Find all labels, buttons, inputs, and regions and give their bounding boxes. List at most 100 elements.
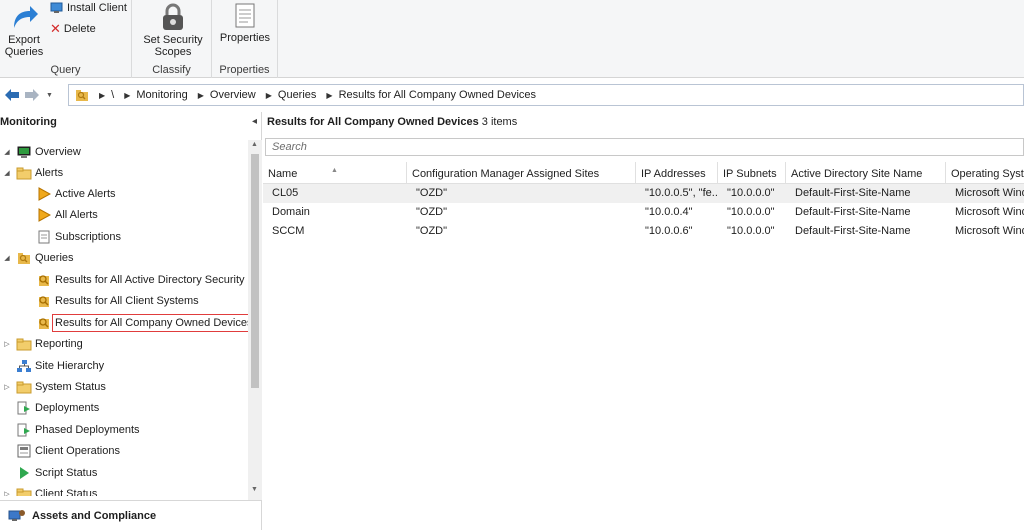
breadcrumb-separator-icon: ▶ — [326, 90, 333, 100]
cell-operating-system: Microsoft Wind — [955, 187, 1024, 199]
table-row[interactable]: Domain "OZD" "10.0.0.4" "10.0.0.0" Defau… — [263, 203, 1024, 222]
scrollbar-thumb[interactable] — [251, 154, 259, 388]
sort-ascending-icon: ▲ — [331, 167, 338, 174]
collapsed-icon[interactable]: ▷ — [2, 490, 12, 496]
column-header-ip-subnets[interactable]: IP Subnets — [718, 162, 786, 184]
navigation-tree: ◢ Overview ◢ Alerts Active Alerts All Al… — [0, 140, 248, 496]
navigation-scrollbar[interactable]: ▲ ▼ — [248, 140, 262, 500]
subscription-document-icon — [36, 229, 52, 245]
results-count: 3 items — [481, 116, 518, 128]
tree-item-all-alerts[interactable]: All Alerts — [36, 205, 98, 225]
breadcrumb-monitoring[interactable]: Monitoring — [136, 89, 187, 101]
tree-item-system-status[interactable]: ▷ System Status — [2, 377, 106, 397]
cell-assigned-sites: "OZD" — [416, 206, 448, 218]
monitor-icon — [16, 144, 32, 160]
table-row[interactable]: CL05 "OZD" "10.0.0.5", "fe... "10.0.0.0"… — [263, 184, 1024, 203]
tree-item-client-operations[interactable]: Client Operations — [16, 441, 120, 461]
tree-item-subscriptions[interactable]: Subscriptions — [36, 227, 121, 247]
column-header-ad-site-name[interactable]: Active Directory Site Name — [786, 162, 946, 184]
deployment-icon — [16, 400, 32, 416]
column-header-name[interactable]: ▲ Name — [263, 162, 407, 184]
assets-compliance-icon — [8, 509, 25, 521]
column-header-ip-addresses[interactable]: IP Addresses — [636, 162, 718, 184]
install-client-button[interactable]: Install Client — [50, 2, 127, 14]
tree-item-script-status[interactable]: Script Status — [16, 463, 97, 483]
scroll-up-icon[interactable]: ▲ — [251, 141, 258, 148]
ribbon-group-query: Export Queries Install Client ✕ Delete Q… — [0, 0, 132, 78]
breadcrumb-current[interactable]: Results for All Company Owned Devices — [339, 89, 536, 101]
scroll-down-icon[interactable]: ▼ — [251, 486, 258, 493]
ribbon-group-label-properties: Properties — [219, 64, 270, 76]
query-icon — [36, 293, 52, 309]
search-placeholder: Search — [272, 141, 307, 153]
search-input[interactable]: Search — [265, 138, 1024, 156]
folder-icon — [16, 486, 32, 496]
query-folder-icon — [16, 250, 32, 266]
history-dropdown-icon[interactable]: ▼ — [46, 92, 53, 99]
forward-arrow-icon — [25, 89, 39, 101]
cell-ad-site-name: Default-First-Site-Name — [795, 225, 911, 237]
address-bar: ▼ ▶ \ ▶ Monitoring ▶ Overview ▶ Queries … — [0, 84, 1024, 106]
tree-item-reporting[interactable]: ▷ Reporting — [2, 334, 83, 354]
breadcrumb-queries[interactable]: Queries — [278, 89, 317, 101]
tree-item-results-company-owned-devices[interactable]: Results for All Company Owned Devices — [36, 313, 248, 333]
breadcrumb: ▶ \ ▶ Monitoring ▶ Overview ▶ Queries ▶ … — [68, 84, 1024, 106]
tree-item-active-alerts[interactable]: Active Alerts — [36, 184, 116, 204]
forward-button[interactable] — [22, 85, 42, 105]
export-arrow-icon — [14, 6, 38, 28]
cell-ip-addresses: "10.0.0.6" — [645, 225, 693, 237]
collapsed-icon[interactable]: ▷ — [2, 383, 12, 391]
folder-icon — [16, 379, 32, 395]
cell-ip-addresses: "10.0.0.4" — [645, 206, 693, 218]
ribbon-group-label-query: Query — [50, 64, 81, 76]
properties-button[interactable]: Properties — [218, 2, 272, 44]
results-title: Results for All Company Owned Devices 3 … — [267, 116, 517, 128]
tree-item-site-hierarchy[interactable]: Site Hierarchy — [16, 356, 104, 376]
tree-item-results-ad-security-groups[interactable]: Results for All Active Directory Securit… — [36, 270, 248, 290]
set-security-scopes-button[interactable]: Set Security Scopes — [140, 2, 206, 58]
tree-item-alerts[interactable]: ◢ Alerts — [2, 163, 63, 183]
collapsed-icon[interactable]: ▷ — [2, 340, 12, 348]
expanded-icon[interactable]: ◢ — [2, 169, 12, 177]
column-header-assigned-sites[interactable]: Configuration Manager Assigned Sites — [407, 162, 636, 184]
breadcrumb-overview[interactable]: Overview — [210, 89, 256, 101]
phased-deployment-icon — [16, 422, 32, 438]
navigation-pane-title: Monitoring — [0, 116, 57, 128]
navigation-pane: Monitoring ◂ ◢ Overview ◢ Alerts Active … — [0, 112, 262, 530]
table-row[interactable]: SCCM "OZD" "10.0.0.6" "10.0.0.0" Default… — [263, 222, 1024, 241]
ribbon-group-label-classify: Classify — [152, 64, 191, 76]
tree-item-deployments[interactable]: Deployments — [16, 398, 99, 418]
tree-item-results-client-systems[interactable]: Results for All Client Systems — [36, 291, 199, 311]
cell-assigned-sites: "OZD" — [416, 187, 448, 199]
export-queries-button[interactable]: Export Queries — [2, 2, 46, 58]
cell-assigned-sites: "OZD" — [416, 225, 448, 237]
workspace-assets-and-compliance[interactable]: Assets and Compliance — [0, 500, 262, 530]
cell-name: Domain — [272, 206, 310, 218]
grid-header: ▲ Name Configuration Manager Assigned Si… — [263, 162, 1024, 184]
results-grid: ▲ Name Configuration Manager Assigned Si… — [263, 162, 1024, 241]
delete-button[interactable]: ✕ Delete — [50, 21, 96, 37]
client-operations-icon — [16, 443, 32, 459]
cell-ip-subnets: "10.0.0.0" — [727, 187, 775, 199]
column-header-operating-system[interactable]: Operating Syste — [946, 162, 1024, 184]
back-button[interactable] — [2, 85, 22, 105]
install-client-icon — [50, 2, 63, 13]
site-hierarchy-icon — [16, 358, 32, 374]
expanded-icon[interactable]: ◢ — [2, 254, 12, 262]
padlock-icon — [163, 3, 183, 30]
tree-item-phased-deployments[interactable]: Phased Deployments — [16, 420, 140, 440]
back-arrow-icon — [5, 89, 19, 101]
cell-ip-subnets: "10.0.0.0" — [727, 225, 775, 237]
collapse-pane-icon[interactable]: ◂ — [252, 116, 257, 127]
tree-item-queries[interactable]: ◢ Queries — [2, 248, 74, 268]
query-icon — [36, 315, 52, 331]
results-title-text: Results for All Company Owned Devices — [267, 116, 479, 128]
tree-item-overview[interactable]: ◢ Overview — [2, 142, 81, 162]
tree-item-client-status[interactable]: ▷ Client Status — [2, 484, 97, 496]
cell-ad-site-name: Default-First-Site-Name — [795, 187, 911, 199]
folder-icon — [16, 336, 32, 352]
breadcrumb-separator-icon: ▶ — [197, 90, 204, 100]
expanded-icon[interactable]: ◢ — [2, 148, 12, 156]
cell-ip-addresses: "10.0.0.5", "fe... — [645, 187, 718, 199]
breadcrumb-root[interactable]: \ — [111, 89, 114, 101]
